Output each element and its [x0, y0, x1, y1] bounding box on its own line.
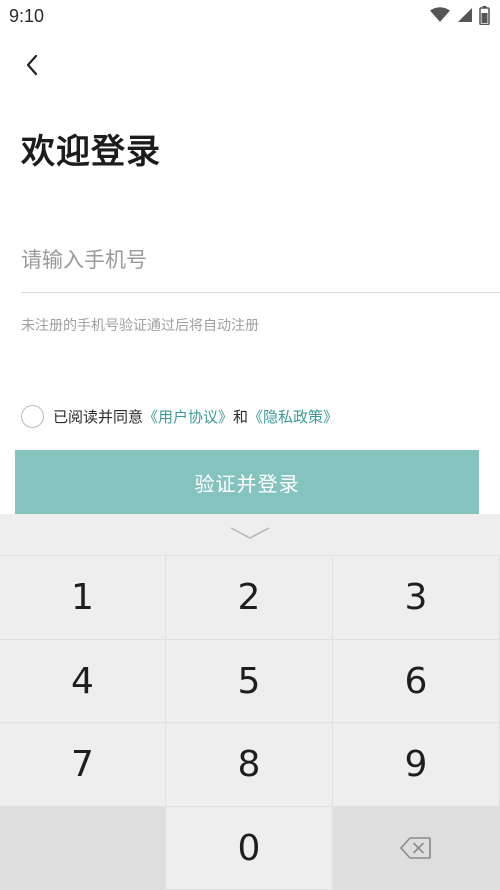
wifi-icon	[430, 7, 450, 27]
key-0[interactable]: 0	[166, 807, 333, 890]
chevron-left-icon	[25, 54, 39, 80]
chevron-down-icon	[229, 525, 271, 544]
backspace-key[interactable]	[333, 807, 500, 890]
agreement-radio[interactable]	[21, 404, 44, 428]
key-1[interactable]: 1	[0, 556, 166, 640]
agreement-row: 已阅读并同意 《用户协议》 和 《隐私政策》	[21, 403, 338, 429]
key-3[interactable]: 3	[333, 556, 500, 640]
back-button[interactable]	[18, 52, 46, 82]
agreement-and: 和	[233, 407, 249, 426]
battery-icon	[479, 5, 490, 29]
phone-input[interactable]	[21, 236, 500, 284]
status-time: 9:10	[9, 6, 45, 26]
register-hint: 未注册的手机号验证通过后将自动注册	[21, 318, 259, 334]
verify-login-button[interactable]: 验证并登录	[15, 450, 479, 514]
page-title: 欢迎登录	[21, 132, 161, 172]
privacy-policy-link[interactable]: 《隐私政策》	[248, 406, 338, 427]
key-blank	[0, 807, 166, 890]
key-4[interactable]: 4	[0, 640, 166, 723]
key-5[interactable]: 5	[166, 640, 333, 723]
backspace-icon	[400, 828, 432, 869]
keyboard-keys: 1 2 3 4 5 6 7 8 9 0	[0, 556, 500, 890]
numeric-keyboard: 1 2 3 4 5 6 7 8 9 0	[0, 514, 500, 890]
key-6[interactable]: 6	[333, 640, 500, 723]
key-2[interactable]: 2	[166, 556, 333, 640]
user-agreement-link[interactable]: 《用户协议》	[143, 406, 233, 427]
signal-icon	[456, 7, 473, 27]
key-9[interactable]: 9	[333, 723, 500, 807]
status-bar: 9:10	[0, 0, 500, 34]
key-8[interactable]: 8	[166, 723, 333, 807]
keyboard-collapse-button[interactable]	[0, 514, 500, 556]
key-7[interactable]: 7	[0, 723, 166, 807]
phone-input-wrapper	[21, 236, 500, 293]
status-icons	[430, 5, 490, 29]
agreement-prefix: 已阅读并同意	[53, 407, 144, 426]
